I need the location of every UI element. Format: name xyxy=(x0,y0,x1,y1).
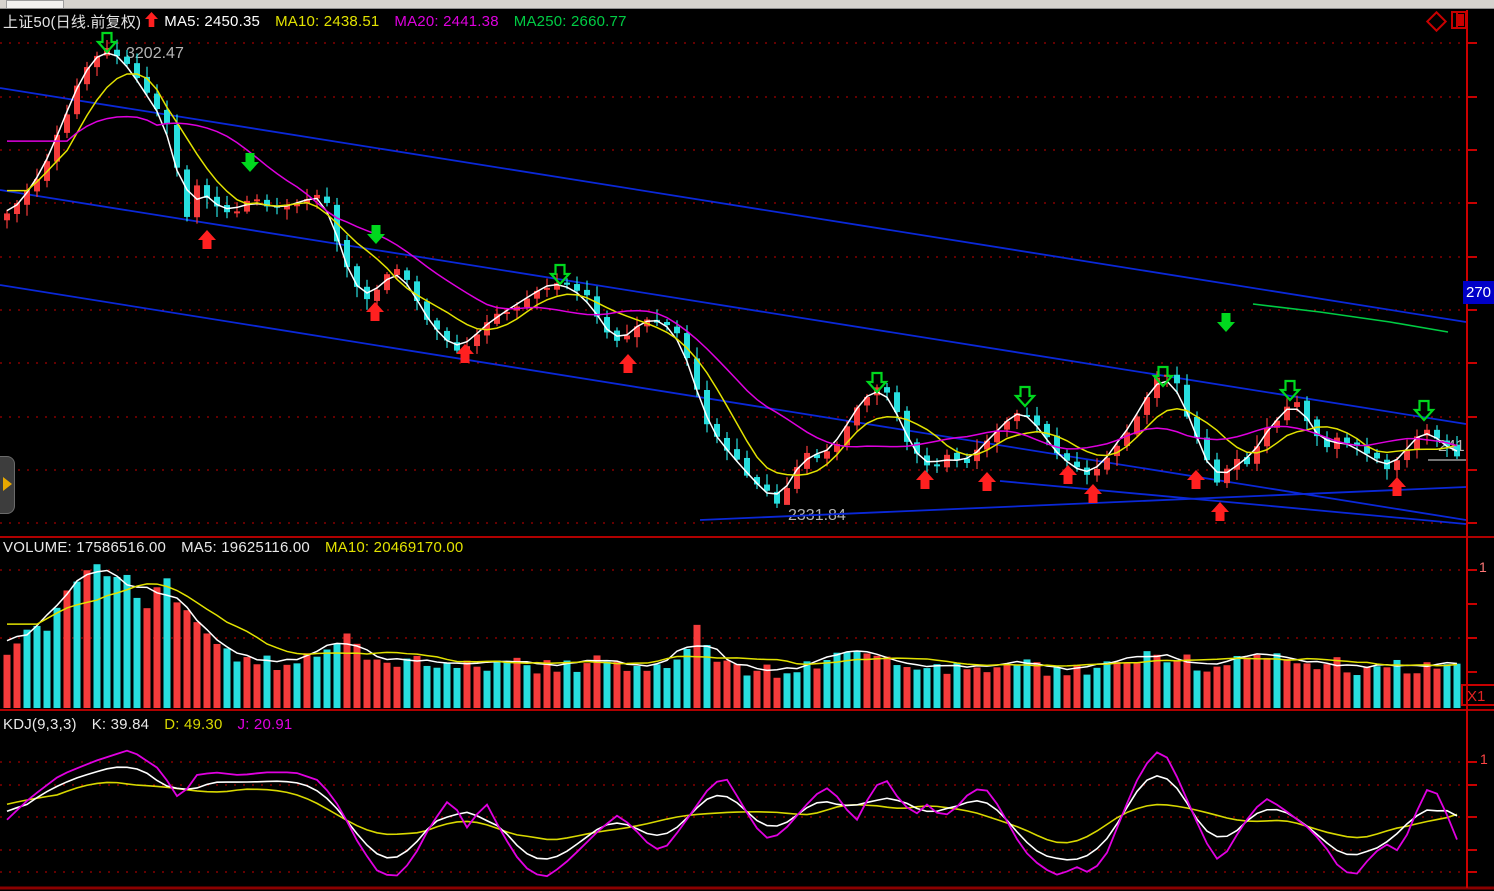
kdj-axis-label: 1 xyxy=(1480,751,1488,767)
price-axis-badge: 270 xyxy=(1463,281,1494,304)
volume-axis-label: 1 xyxy=(1479,559,1487,575)
volume-readout: VOLUME: 17586516.00 xyxy=(3,539,166,556)
kdj-header: KDJ(9,3,3) K: 39.84 D: 49.30 J: 20.91 xyxy=(3,716,307,733)
ma5-readout: MA5: 2450.35 xyxy=(164,13,260,30)
volume-unit-label: X1 xyxy=(1461,684,1494,706)
kdj-d-readout: D: 49.30 xyxy=(164,716,222,733)
split-window-icon[interactable] xyxy=(1451,11,1467,29)
volume-ma5-readout: MA5: 19625116.00 xyxy=(181,539,310,556)
kdj-chart[interactable] xyxy=(0,0,1494,891)
expand-arrow-icon xyxy=(3,477,12,491)
kdj-title: KDJ(9,3,3) xyxy=(3,716,77,733)
main-chart-header: 上证50(日线.前复权) MA5: 2450.35 MA10: 2438.51 … xyxy=(3,11,642,32)
ma250-readout: MA250: 2660.77 xyxy=(514,13,627,30)
ma10-readout: MA10: 2438.51 xyxy=(275,13,379,30)
kdj-j-readout: J: 20.91 xyxy=(238,716,293,733)
chart-title: 上证50(日线.前复权) xyxy=(3,11,141,32)
volume-header: VOLUME: 17586516.00 MA5: 19625116.00 MA1… xyxy=(3,539,478,556)
panel-expander[interactable] xyxy=(0,456,15,514)
ma20-readout: MA20: 2441.38 xyxy=(394,13,498,30)
up-arrow-icon xyxy=(145,12,158,31)
volume-ma10-readout: MA10: 20469170.00 xyxy=(325,539,464,556)
kdj-k-readout: K: 39.84 xyxy=(92,716,149,733)
trading-terminal: 3202.47 2331.84 241 上证50(日线.前复权) MA5: 24… xyxy=(0,0,1494,891)
